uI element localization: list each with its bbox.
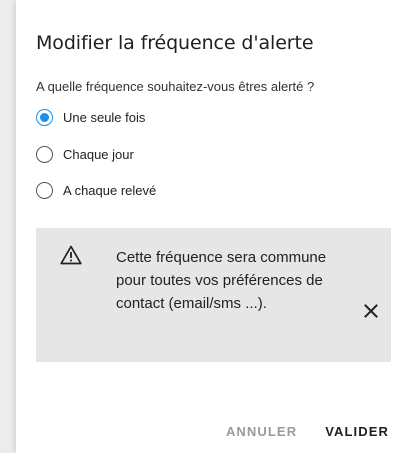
radio-button-each-reading[interactable] [36, 181, 53, 199]
radio-selected-dot [40, 112, 49, 122]
radio-option-once[interactable]: Une seule fois [36, 106, 145, 128]
notice-text: Cette fréquence sera commune pour toutes… [116, 249, 327, 312]
dialog-title: Modifier la fréquence d'alerte [36, 32, 314, 54]
radio-label-daily: Chaque jour [63, 146, 134, 162]
radio-label-once: Une seule fois [63, 109, 146, 125]
confirm-button[interactable]: VALIDER [325, 424, 389, 439]
radio-option-each-reading[interactable]: A chaque relevé [36, 179, 156, 201]
close-icon[interactable] [364, 304, 378, 318]
radio-label-each-reading: A chaque relevé [63, 182, 157, 198]
radio-button-once[interactable] [36, 108, 53, 126]
notice-box: Cette fréquence sera commune pour toutes… [36, 228, 391, 362]
dialog-actions: ANNULER VALIDER [226, 424, 389, 439]
radio-button-daily[interactable] [36, 145, 53, 163]
radio-option-daily[interactable]: Chaque jour [36, 143, 134, 165]
cancel-button[interactable]: ANNULER [226, 424, 297, 439]
frequency-question: A quelle fréquence souhaitez-vous êtres … [36, 79, 315, 94]
alert-frequency-dialog: Modifier la fréquence d'alerte A quelle … [16, 0, 399, 453]
warning-icon [60, 245, 82, 265]
